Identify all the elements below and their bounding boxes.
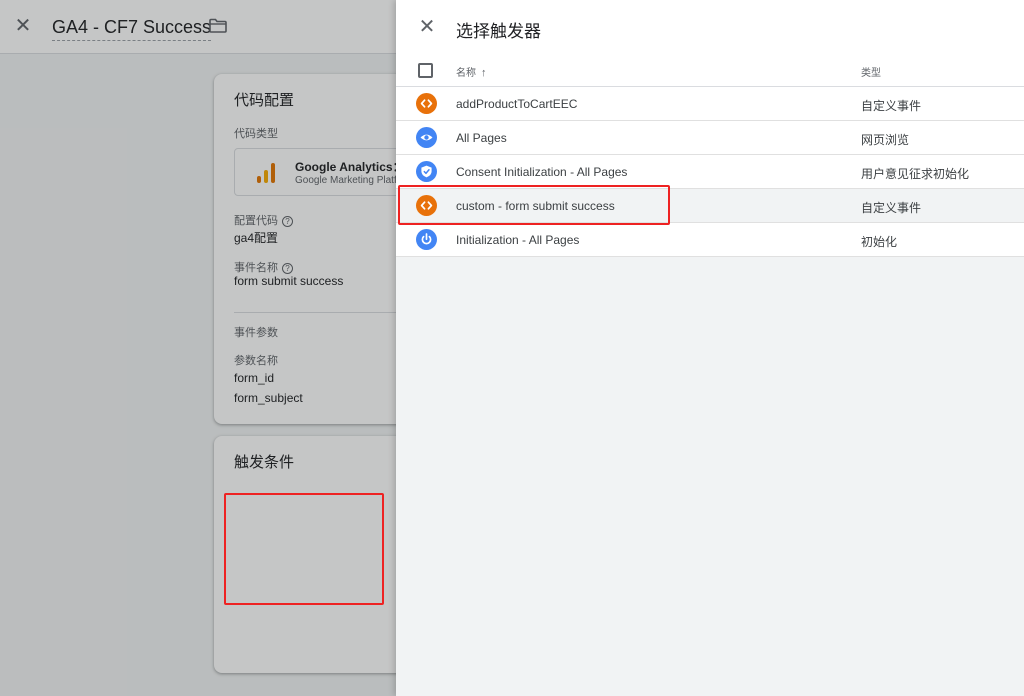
trigger-name: Consent Initialization - All Pages <box>456 165 628 179</box>
table-row[interactable]: custom - form submit success 自定义事件 <box>396 189 1024 223</box>
trigger-type: 自定义事件 <box>861 201 922 215</box>
trigger-type: 网页浏览 <box>861 133 910 147</box>
column-header-type[interactable]: 类型 <box>861 64 881 79</box>
panel-title: 选择触发器 <box>456 22 541 41</box>
trigger-type: 用户意见征求初始化 <box>861 167 970 181</box>
trigger-name: All Pages <box>456 131 507 145</box>
trigger-name: addProductToCartEEC <box>456 97 578 111</box>
power-icon <box>416 229 437 250</box>
panel-close-icon[interactable]: ✕ <box>416 16 438 38</box>
trigger-name: custom - form submit success <box>456 199 615 213</box>
table-row[interactable]: addProductToCartEEC 自定义事件 <box>396 87 1024 121</box>
trigger-name: Initialization - All Pages <box>456 233 580 247</box>
eye-icon <box>416 127 437 148</box>
table-row[interactable]: Initialization - All Pages 初始化 <box>396 223 1024 257</box>
table-row[interactable]: All Pages 网页浏览 <box>396 121 1024 155</box>
choose-trigger-panel: ✕ 选择触发器 名称 ↑ 类型 addProductToCartEEC 自定义事件… <box>396 0 1024 696</box>
select-all-checkbox[interactable] <box>418 63 433 78</box>
sort-ascending-icon[interactable]: ↑ <box>481 67 487 79</box>
shield-icon <box>416 161 437 182</box>
column-name-label: 名称 <box>456 68 476 79</box>
custom-event-icon <box>416 195 437 216</box>
trigger-type: 自定义事件 <box>861 99 922 113</box>
trigger-table: 名称 ↑ 类型 addProductToCartEEC 自定义事件 All Pag… <box>396 54 1024 257</box>
table-row[interactable]: Consent Initialization - All Pages 用户意见征… <box>396 155 1024 189</box>
column-header-name[interactable]: 名称 ↑ <box>456 64 487 79</box>
table-header: 名称 ↑ 类型 <box>396 54 1024 87</box>
panel-header: ✕ 选择触发器 <box>396 0 1024 54</box>
custom-event-icon <box>416 93 437 114</box>
trigger-type: 初始化 <box>861 235 898 249</box>
